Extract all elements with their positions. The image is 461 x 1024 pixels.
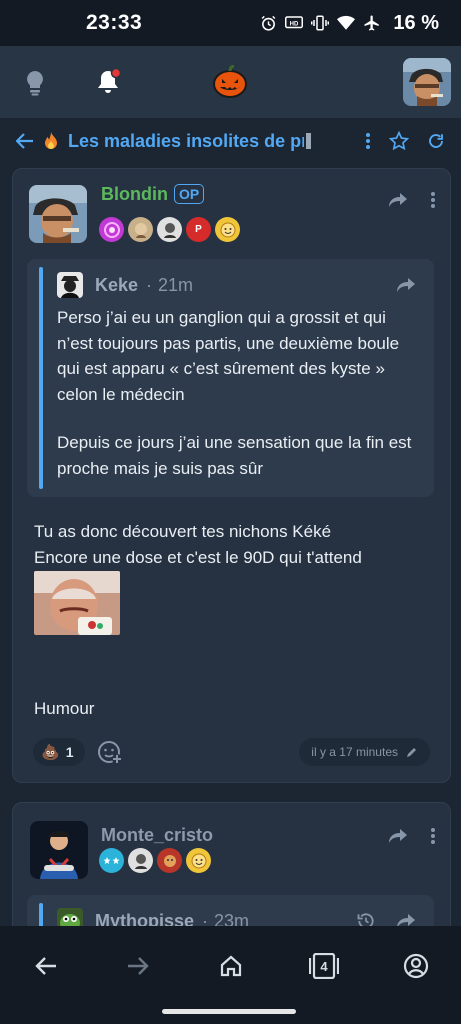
quote-paragraph: Depuis ce jours j’ai une sensation que l… — [57, 433, 412, 478]
post-header: Monte_cristo — [13, 803, 450, 879]
forward-icon[interactable] — [118, 946, 158, 986]
back-arrow-icon[interactable] — [16, 133, 34, 149]
premium-badge-icon[interactable]: P — [186, 217, 211, 242]
more-options-icon[interactable] — [430, 827, 436, 845]
status-time: 23:33 — [86, 11, 143, 34]
quote-separator: · — [146, 274, 153, 295]
quote-paragraph: Perso j’ai eu un ganglion qui a grossit … — [57, 308, 400, 404]
edit-pencil-icon — [406, 746, 418, 758]
lightbulb-icon[interactable] — [20, 68, 50, 98]
timestamp-text: il y a 17 minutes — [311, 745, 398, 759]
back-icon[interactable] — [26, 946, 66, 986]
svg-text:HD: HD — [290, 21, 299, 27]
battery-level: 16 % — [393, 11, 439, 34]
red-face-badge-icon[interactable] — [157, 848, 182, 873]
hd-icon: HD — [285, 14, 304, 32]
account-icon[interactable] — [396, 946, 436, 986]
tabs-count: 4 — [320, 958, 328, 974]
username-text[interactable]: Blondin — [101, 184, 168, 204]
portrait-badge-icon[interactable] — [157, 217, 182, 242]
notifications-bell-icon[interactable] — [92, 66, 124, 98]
username-text[interactable]: Monte_cristo — [101, 825, 213, 845]
quote-bar — [39, 267, 43, 489]
user-avatar[interactable] — [403, 58, 451, 106]
status-icons: HD 16 % — [259, 12, 439, 35]
share-icon[interactable] — [396, 277, 416, 293]
topic-title[interactable]: Les maladies insolites de pr — [68, 131, 304, 152]
topic-actions — [365, 131, 445, 151]
pumpkin-logo[interactable] — [210, 62, 250, 102]
status-bar: 23:33 HD 16 % — [0, 0, 461, 46]
post-actions — [388, 827, 436, 845]
quote-header: Keke · 21m — [57, 271, 416, 299]
quote-username[interactable]: Keke — [95, 275, 138, 296]
op-badge: OP — [173, 184, 205, 204]
more-options-icon[interactable] — [430, 191, 436, 209]
emoji-badge-icon[interactable] — [186, 848, 211, 873]
vibrate-icon — [311, 14, 330, 32]
app-header — [0, 46, 461, 118]
reaction-gif-image[interactable] — [34, 571, 120, 635]
alarm-icon — [259, 14, 277, 32]
topic-bar: Les maladies insolites de pr — [0, 118, 461, 164]
username[interactable]: Monte_cristo — [101, 825, 213, 846]
fire-icon — [44, 132, 58, 150]
more-options-icon[interactable] — [365, 132, 371, 150]
tabs-button[interactable]: 4 — [304, 946, 344, 986]
post-body: Tu as donc découvert tes nichons Kéké En… — [34, 519, 362, 570]
user-badges — [99, 848, 211, 873]
quote-time: 21m — [158, 274, 194, 295]
post-card: Blondin OP P Keke · 21m Perso j’ai eu un… — [12, 168, 451, 783]
stars-badge-icon[interactable] — [99, 848, 124, 873]
username[interactable]: Blondin OP — [101, 184, 205, 205]
body-line: Encore une dose et c'est le 90D qui t'at… — [34, 547, 362, 567]
share-icon[interactable] — [388, 828, 408, 844]
post-body-footer: Humour — [34, 699, 95, 718]
portrait-badge-icon[interactable] — [128, 848, 153, 873]
airplane-icon — [363, 14, 381, 32]
quote-text: Perso j’ai eu un ganglion qui a grossit … — [57, 305, 416, 481]
avatar[interactable] — [30, 821, 88, 879]
post-actions — [388, 191, 436, 209]
post-header: Blondin OP P — [13, 169, 450, 243]
scroll-marker — [306, 133, 311, 149]
bottom-navigation: 4 — [0, 926, 461, 1024]
poop-emoji-icon: 💩 — [41, 744, 60, 761]
user-badges: P — [99, 217, 240, 242]
star-icon[interactable] — [389, 131, 409, 151]
spiral-badge-icon[interactable] — [99, 217, 124, 242]
emoji-badge-icon[interactable] — [215, 217, 240, 242]
body-line: Tu as donc découvert tes nichons Kéké — [34, 522, 332, 541]
reaction-count: 1 — [65, 744, 74, 760]
wifi-icon — [337, 14, 356, 32]
quote-block[interactable]: Keke · 21m Perso j’ai eu un ganglion qui… — [27, 259, 434, 497]
quote-avatar[interactable] — [57, 272, 83, 298]
gesture-bar[interactable] — [162, 1009, 296, 1014]
post-timestamp[interactable]: il y a 17 minutes — [299, 738, 430, 766]
refresh-icon[interactable] — [427, 132, 445, 150]
face-badge-icon[interactable] — [128, 217, 153, 242]
reaction-pill[interactable]: 💩 1 — [33, 738, 85, 766]
share-icon[interactable] — [388, 192, 408, 208]
avatar[interactable] — [29, 185, 87, 243]
add-reaction-icon[interactable] — [97, 739, 123, 765]
home-icon[interactable] — [211, 946, 251, 986]
